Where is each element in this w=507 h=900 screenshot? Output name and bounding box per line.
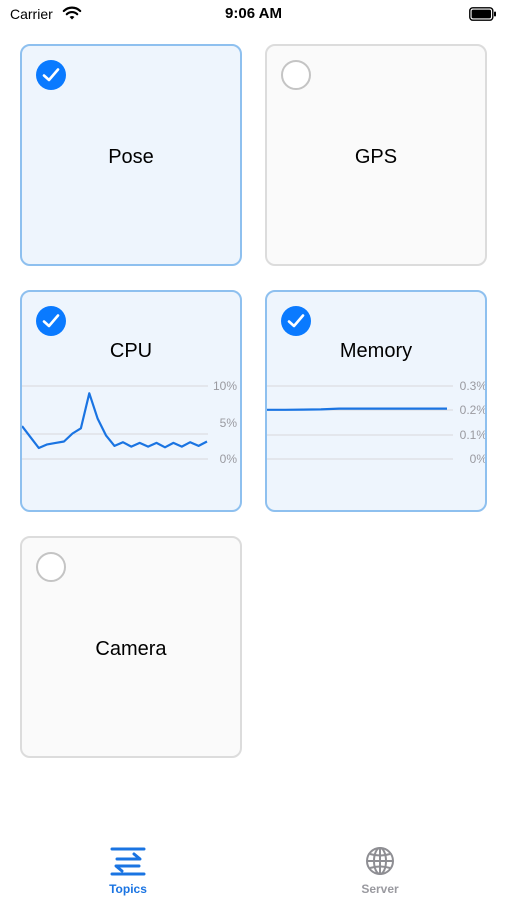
arrows-swap-icon xyxy=(110,847,146,876)
tab-bar: Topics Server xyxy=(0,820,507,900)
tab-topics[interactable]: Topics xyxy=(68,846,188,896)
memory-series-line xyxy=(267,407,447,411)
topic-card-cpu[interactable]: CPU 10% 5% 0% xyxy=(20,290,242,512)
topic-card-memory[interactable]: Memory 0.3% 0.2% 0.1% 0% xyxy=(265,290,487,512)
tab-label: Topics xyxy=(109,882,147,896)
topic-card-camera[interactable]: Camera xyxy=(20,536,242,758)
cpu-series-line xyxy=(22,392,208,450)
chart-tick-label: 0.1% xyxy=(460,428,485,442)
topic-card-title: GPS xyxy=(354,146,398,168)
topic-card-title: Camera xyxy=(95,638,167,660)
empty-circle-icon[interactable] xyxy=(281,60,311,90)
status-time: 9:06 AM xyxy=(225,5,282,22)
checkmark-icon[interactable] xyxy=(36,306,66,336)
battery-icon xyxy=(469,7,496,21)
tab-server[interactable]: Server xyxy=(320,846,440,896)
topic-card-title: Pose xyxy=(108,146,154,168)
chart-tick-label: 0% xyxy=(220,452,238,466)
chart-tick-label: 0.2% xyxy=(460,403,485,417)
topic-card-title: Memory xyxy=(339,340,413,362)
topic-card-pose[interactable]: Pose xyxy=(20,44,242,266)
checkmark-icon[interactable] xyxy=(36,60,66,90)
cpu-usage-chart: 10% 5% 0% xyxy=(22,379,238,466)
chart-tick-label: 5% xyxy=(220,416,238,430)
topic-card-gps[interactable]: GPS xyxy=(265,44,487,266)
chart-tick-label: 0.3% xyxy=(460,379,485,393)
checkmark-icon[interactable] xyxy=(281,306,311,336)
memory-usage-chart: 0.3% 0.2% 0.1% 0% xyxy=(267,379,485,466)
status-bar: Carrier 9:06 AM xyxy=(0,0,507,30)
empty-circle-icon[interactable] xyxy=(36,552,66,582)
chart-tick-label: 0% xyxy=(470,452,485,466)
tab-label: Server xyxy=(361,882,399,896)
globe-icon xyxy=(366,847,394,875)
topic-card-title: CPU xyxy=(109,340,153,362)
chart-tick-label: 10% xyxy=(213,379,237,393)
